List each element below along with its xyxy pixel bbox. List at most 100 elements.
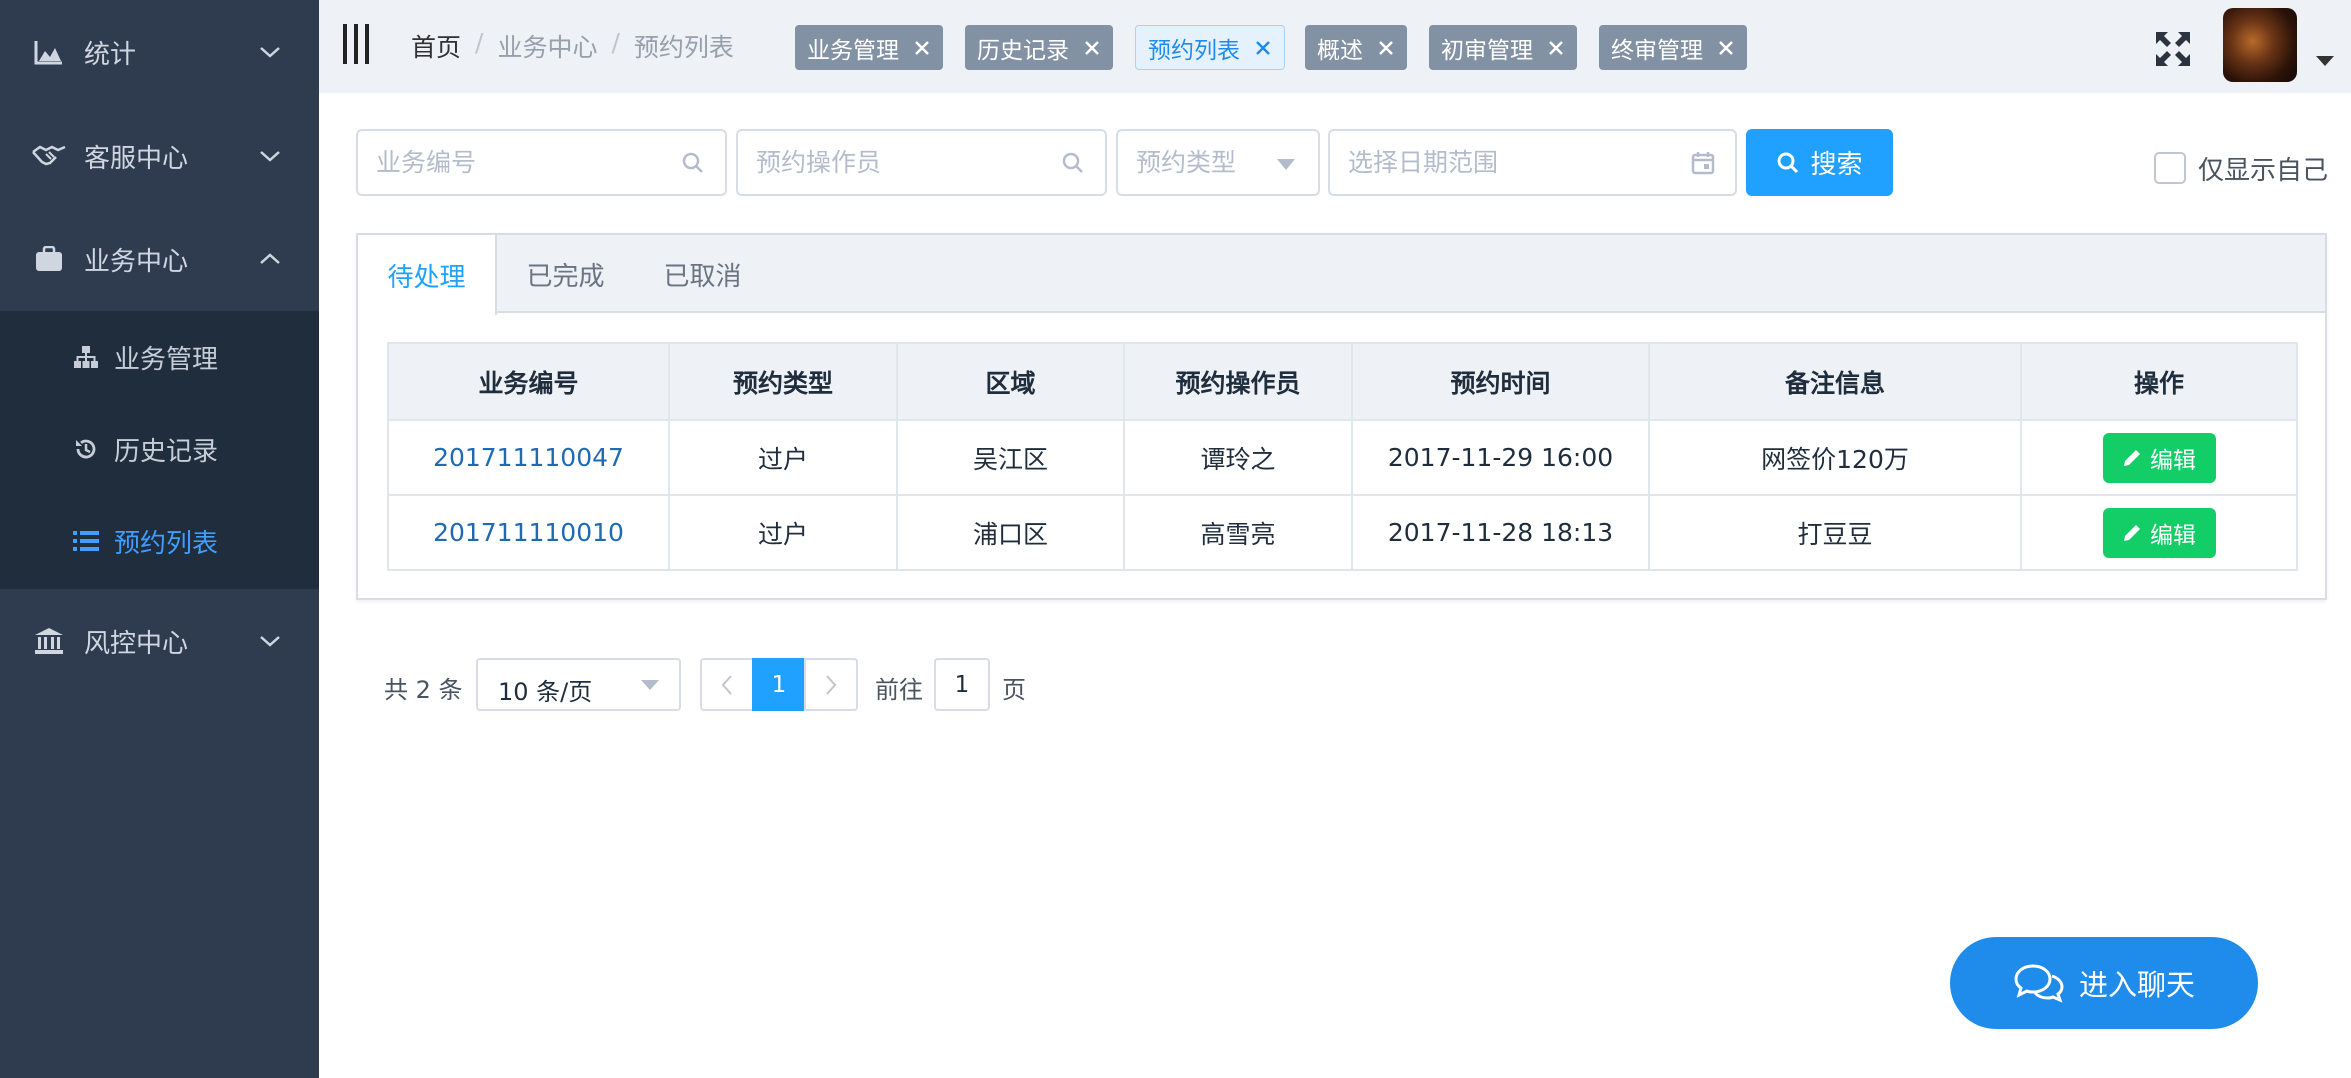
business-no-input-wrapper (356, 129, 727, 196)
close-icon[interactable] (1254, 39, 1272, 57)
tab-tag-appointment-list[interactable]: 预约列表 (1135, 25, 1285, 70)
column-header-time[interactable]: 预约时间 (1351, 342, 1650, 421)
prev-page-button[interactable] (700, 658, 754, 711)
sidebar-item-label: 客服中心 (84, 143, 189, 174)
sidebar-item-appointment-list[interactable]: 预约列表 (0, 495, 319, 587)
chevron-right-icon (826, 674, 837, 695)
business-no-input[interactable] (376, 131, 673, 194)
sidebar-item-business-center[interactable]: 业务中心 (0, 207, 319, 311)
only-self-label[interactable]: 仅显示自己 (2198, 150, 2328, 187)
cell-time: 2017-11-28 18:13 (1351, 494, 1650, 571)
tag-label: 终审管理 (1611, 37, 1703, 64)
breadcrumb-home[interactable]: 首页 (411, 28, 461, 64)
caret-down-icon[interactable] (2316, 56, 2334, 66)
tab-tag-history[interactable]: 历史记录 (965, 25, 1113, 70)
enter-chat-button[interactable]: 进入聊天 (1950, 937, 2258, 1029)
chevron-down-icon (260, 636, 280, 647)
caret-down-icon (1277, 159, 1295, 170)
sidebar-item-risk-control[interactable]: 风控中心 (0, 589, 319, 693)
chevron-left-icon (721, 674, 732, 695)
page-number-current[interactable]: 1 (752, 658, 806, 711)
edit-button[interactable]: 编辑 (2102, 432, 2216, 483)
tab-cancelled[interactable]: 已取消 (634, 235, 771, 313)
sidebar-item-history[interactable]: 历史记录 (0, 403, 319, 495)
breadcrumb: 首页 / 业务中心 / 预约列表 (411, 28, 734, 64)
sidebar-item-customer-service[interactable]: 客服中心 (0, 104, 319, 208)
bank-icon (32, 624, 66, 658)
page-size-select[interactable]: 10 条/页 (476, 658, 681, 711)
close-icon[interactable] (1717, 39, 1735, 57)
chevron-down-icon (260, 47, 280, 58)
search-icon (682, 152, 703, 173)
tab-tag-final-review[interactable]: 终审管理 (1599, 25, 1747, 70)
appointment-type-select[interactable] (1116, 129, 1320, 196)
cell-region: 吴江区 (896, 419, 1125, 496)
list-icon (72, 527, 100, 555)
sitemap-icon (72, 343, 100, 371)
close-icon[interactable] (1547, 39, 1565, 57)
page-size-value: 10 条/页 (498, 678, 593, 706)
tag-label: 业务管理 (807, 37, 899, 64)
chevron-up-icon (260, 253, 280, 264)
close-icon[interactable] (1377, 39, 1395, 57)
tag-label: 初审管理 (1441, 37, 1533, 64)
appointment-card: 待处理 已完成 已取消 业务编号 预约类型 区域 预约操作员 预约时间 备注信息… (356, 233, 2327, 600)
cell-remarks: 网签价120万 (1648, 419, 2022, 496)
only-self-checkbox[interactable] (2154, 152, 2186, 184)
goto-page-input[interactable]: 1 (934, 658, 990, 711)
cell-actions: 编辑 (2020, 494, 2298, 571)
calendar-icon (1691, 152, 1715, 175)
search-icon (1777, 152, 1799, 173)
sidebar-item-label: 风控中心 (84, 628, 189, 659)
business-no-link[interactable]: 201711110010 (387, 494, 670, 571)
status-tabs: 待处理 已完成 已取消 (358, 235, 2325, 315)
chat-bubbles-icon (2014, 964, 2064, 1003)
sidebar-item-stats[interactable]: 统计 (0, 0, 319, 104)
menu-toggle-icon[interactable] (343, 24, 373, 64)
search-button[interactable]: 搜索 (1746, 129, 1893, 196)
table-row: 201711110047 过户 吴江区 谭玲之 2017-11-29 16:00… (387, 419, 2298, 496)
next-page-button[interactable] (804, 658, 858, 711)
page-suffix-label: 页 (1002, 676, 1026, 704)
cell-type: 过户 (668, 494, 898, 571)
sidebar: 统计 客服中心 业务中心 业务管理 历史记录 预约列表 风控中心 (0, 0, 319, 1078)
column-header-type[interactable]: 预约类型 (668, 342, 898, 421)
appointment-type-field[interactable] (1136, 131, 1266, 194)
enter-chat-label: 进入聊天 (2078, 970, 2195, 1002)
tag-label: 概述 (1317, 37, 1363, 64)
goto-label: 前往 (875, 676, 923, 704)
pencil-icon (2124, 449, 2140, 466)
business-submenu: 业务管理 历史记录 预约列表 (0, 311, 319, 589)
fullscreen-icon[interactable] (2154, 30, 2192, 68)
date-range-field[interactable] (1348, 131, 1683, 194)
column-header-operator[interactable]: 预约操作员 (1123, 342, 1353, 421)
close-icon[interactable] (1083, 39, 1101, 57)
pencil-icon (2124, 524, 2140, 541)
close-icon[interactable] (913, 39, 931, 57)
breadcrumb-business-center[interactable]: 业务中心 (497, 28, 597, 64)
avatar[interactable] (2223, 8, 2297, 82)
breadcrumb-current: 预约列表 (633, 33, 734, 62)
business-no-link[interactable]: 201711110047 (387, 419, 670, 496)
column-header-business-no[interactable]: 业务编号 (387, 342, 670, 421)
chevron-down-icon (260, 151, 280, 162)
area-chart-icon (32, 35, 66, 69)
edit-button[interactable]: 编辑 (2102, 507, 2216, 558)
tab-tag-business-management[interactable]: 业务管理 (795, 25, 943, 70)
cell-remarks: 打豆豆 (1648, 494, 2022, 571)
tab-tag-overview[interactable]: 概述 (1305, 25, 1407, 70)
table-row: 201711110010 过户 浦口区 高雪亮 2017-11-28 18:13… (387, 494, 2298, 571)
column-header-remarks[interactable]: 备注信息 (1648, 342, 2022, 421)
tab-tag-first-review[interactable]: 初审管理 (1429, 25, 1577, 70)
pagination-total: 共 2 条 (384, 676, 463, 704)
sidebar-item-business-management[interactable]: 业务管理 (0, 311, 319, 403)
date-range-picker[interactable] (1328, 129, 1737, 196)
operator-input[interactable] (756, 131, 1053, 194)
tab-completed[interactable]: 已完成 (497, 235, 634, 313)
column-header-region[interactable]: 区域 (896, 342, 1125, 421)
cell-operator: 谭玲之 (1123, 419, 1353, 496)
top-bar: 首页 / 业务中心 / 预约列表 业务管理 历史记录 预约列表 概述 初审管理 … (319, 0, 2351, 93)
tag-label: 历史记录 (977, 37, 1069, 64)
tab-pending[interactable]: 待处理 (358, 235, 497, 315)
appointment-table: 业务编号 预约类型 区域 预约操作员 预约时间 备注信息 操作 20171111… (387, 342, 2298, 571)
